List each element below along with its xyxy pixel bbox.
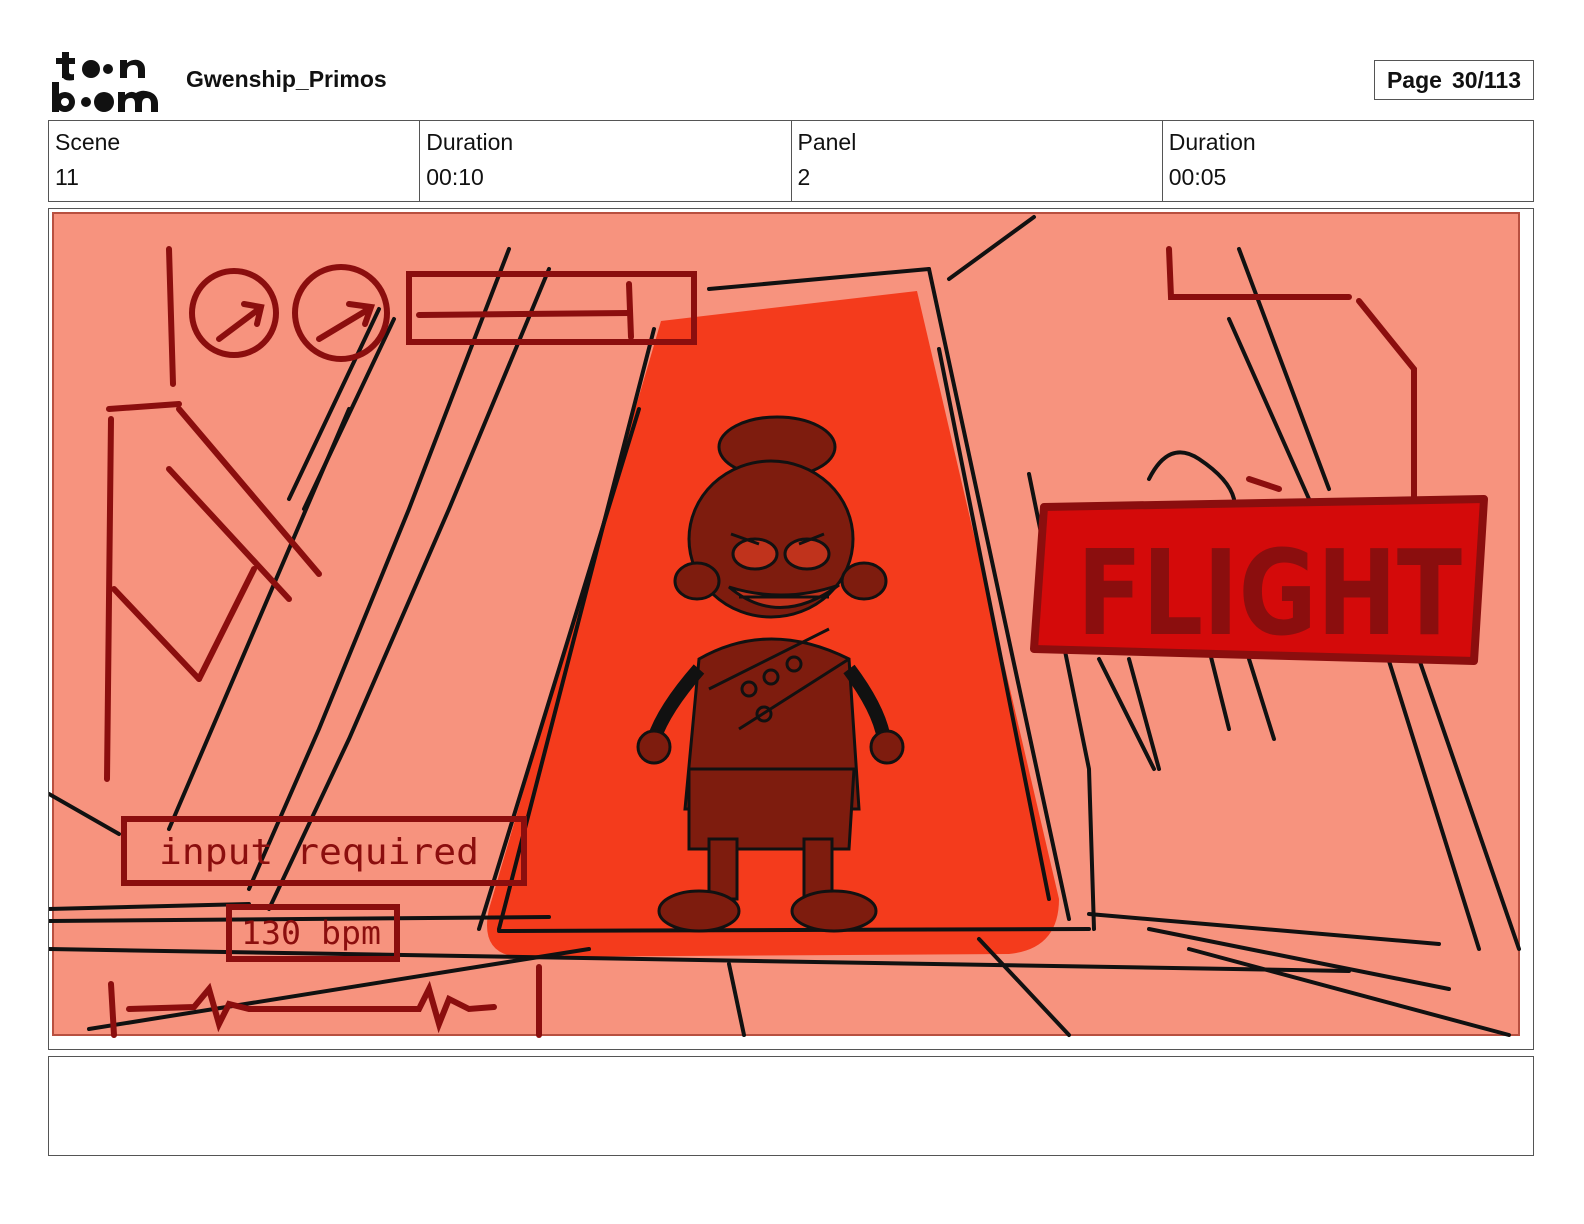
panel-duration-cell: Duration 00:05 (1163, 121, 1533, 201)
scene-cell: Scene 11 (49, 121, 421, 201)
scene-duration-value: 00:10 (426, 164, 484, 190)
panel-notes[interactable] (48, 1056, 1534, 1156)
flight-sign-text: FLIGHT (1077, 524, 1462, 662)
panel-drawing: FLIGHT input required 130 bpm (49, 209, 1533, 1049)
page-label: Page (1386, 66, 1442, 93)
scene-duration-label: Duration (426, 129, 514, 155)
panel-value: 2 (797, 164, 811, 190)
project-title: Gwenship_Primos (186, 66, 387, 92)
toon-boom-logo (50, 48, 166, 114)
bpm-text: 130 bpm (241, 914, 381, 952)
scene-label: Scene (55, 129, 121, 155)
input-required-text: input required (159, 832, 479, 873)
scene-value: 11 (55, 164, 79, 190)
panel-duration-value: 00:05 (1168, 164, 1227, 190)
panel-label: Panel (797, 129, 857, 155)
panel-duration-label: Duration (1168, 129, 1256, 155)
storyboard-panel: FLIGHT input required 130 bpm (48, 208, 1534, 1050)
page-indicator: Page 30/113 (1374, 60, 1534, 100)
page-number: 30/113 (1451, 66, 1522, 93)
panel-cell: Panel 2 (792, 121, 1163, 201)
scene-info-table: Scene 11 Duration 00:10 Panel 2 Duration… (48, 120, 1534, 202)
flight-sign: FLIGHT (1030, 495, 1488, 665)
scene-duration-cell: Duration 00:10 (420, 121, 792, 201)
